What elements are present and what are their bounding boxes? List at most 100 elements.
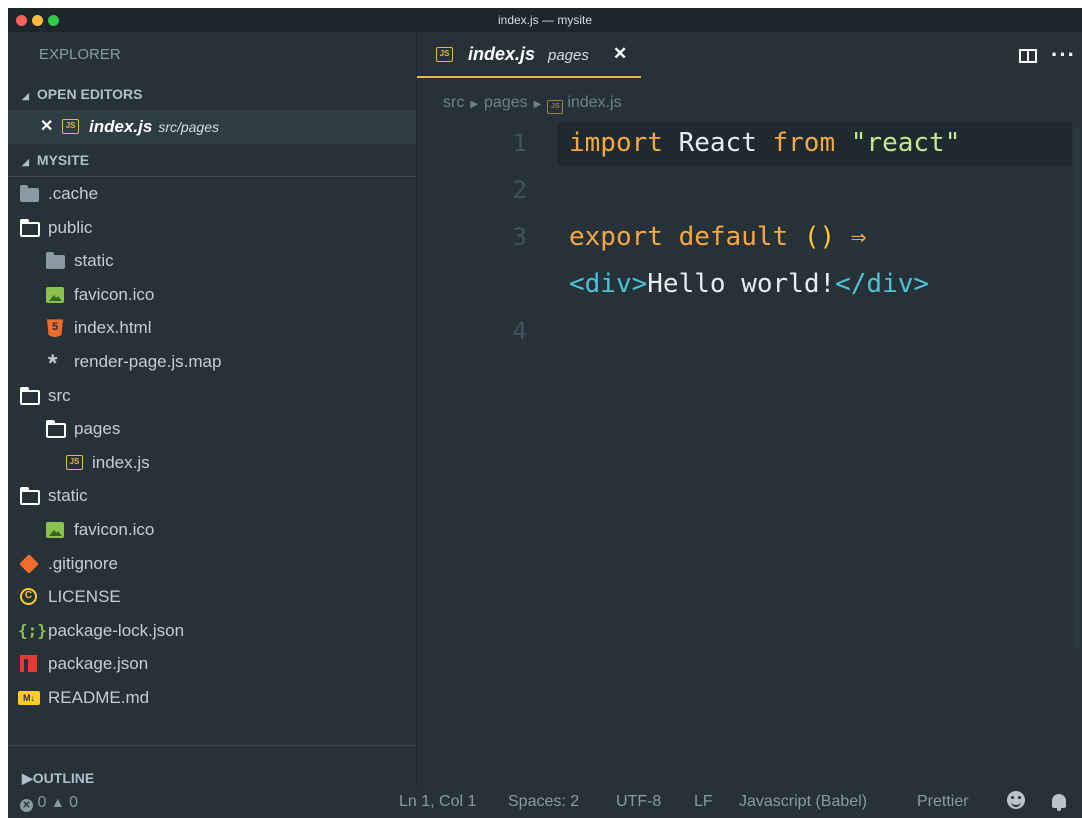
- line-number: 2: [512, 176, 527, 204]
- tree-item-label: index.js: [92, 452, 150, 472]
- title-bar: index.js — mysite: [8, 8, 1082, 32]
- js-icon: JS: [547, 100, 564, 114]
- file-tree: .cache public static favicon.ico 5 index…: [8, 176, 416, 746]
- tree-item-src[interactable]: src: [8, 379, 416, 413]
- code-editor[interactable]: 1 import React from "react" 2 3 export d…: [417, 120, 1082, 786]
- status-bar: ✕ 0 ▲ 0 Ln 1, Col 1 Spaces: 2 UTF-8 LF J…: [8, 786, 1082, 818]
- open-editor-label: index.js src/pages: [89, 110, 219, 144]
- tree-item-favicon[interactable]: favicon.ico: [8, 278, 416, 312]
- tree-item-label: .cache: [48, 184, 99, 203]
- asterisk-icon: *: [48, 349, 58, 377]
- folder-open-icon: [19, 218, 40, 237]
- warning-count: 0: [69, 794, 79, 811]
- editor-scrollbar[interactable]: [1073, 128, 1080, 648]
- close-tab-icon[interactable]: ✕: [613, 44, 627, 64]
- problems-indicator[interactable]: ✕ 0 ▲ 0: [20, 786, 78, 818]
- folder-closed-icon: [46, 252, 65, 270]
- chevron-down-icon: ◢: [22, 91, 29, 101]
- tree-item-label: favicon.ico: [74, 284, 155, 304]
- chevron-right-icon: ▶: [470, 99, 479, 110]
- tree-item-pages[interactable]: pages: [8, 412, 416, 446]
- tree-item-label: README.md: [48, 687, 150, 707]
- tree-item-package-lock[interactable]: {;} package-lock.json: [8, 614, 416, 648]
- close-window-button[interactable]: [16, 15, 27, 26]
- markdown-icon: M↓: [18, 690, 40, 705]
- warning-icon: ▲: [50, 794, 65, 810]
- project-section-toggle[interactable]: ◢ MYSITE: [8, 144, 416, 176]
- breadcrumb-item-file[interactable]: index.js: [567, 94, 621, 111]
- explorer-sidebar: EXPLORER ◢ OPEN EDITORS ✕ JS index.js src/…: [8, 32, 417, 794]
- tree-item-label: favicon.ico: [74, 519, 155, 539]
- line-number: 1: [512, 129, 527, 157]
- tab-name: index.js: [468, 44, 536, 64]
- tab-index-js[interactable]: JS index.js pages ✕: [417, 32, 641, 78]
- tree-item-license[interactable]: C LICENSE: [8, 580, 416, 614]
- code-line: 1 import React from "react": [417, 120, 1082, 167]
- open-editors-section-toggle[interactable]: ◢ OPEN EDITORS: [8, 78, 416, 110]
- code-line: 4: [417, 308, 1082, 355]
- language-mode[interactable]: Javascript (Babel): [739, 786, 867, 818]
- notifications-icon[interactable]: [1052, 786, 1066, 818]
- chevron-down-icon: ◢: [22, 157, 29, 167]
- formatter[interactable]: Prettier: [917, 786, 969, 818]
- tree-item-static-root[interactable]: static: [8, 479, 416, 513]
- tree-item-label: src: [48, 385, 71, 405]
- image-icon: [46, 286, 64, 303]
- code-text: export default () ⇒: [569, 222, 867, 252]
- folder-open-icon: [19, 487, 40, 506]
- editor-window: index.js — mysite EXPLORER ◢ OPEN EDITORS…: [8, 8, 1082, 818]
- tree-item-package-json[interactable]: package.json: [8, 647, 416, 681]
- open-editor-name: index.js: [89, 117, 153, 136]
- cursor-position[interactable]: Ln 1, Col 1: [399, 786, 476, 818]
- error-count: 0: [37, 794, 47, 811]
- tree-item-label: public: [48, 217, 93, 237]
- tab-dir: pages: [548, 47, 589, 64]
- end-of-line[interactable]: LF: [694, 786, 713, 818]
- tree-item-label: render-page.js.map: [74, 351, 222, 371]
- tree-item-label: .gitignore: [48, 553, 118, 573]
- line-number: 4: [512, 317, 527, 345]
- split-editor-icon[interactable]: [1019, 49, 1037, 63]
- tree-item-gitignore[interactable]: .gitignore: [8, 547, 416, 581]
- more-actions-icon[interactable]: ···: [1051, 42, 1076, 68]
- tree-item-label: package.json: [48, 654, 149, 674]
- tree-item-index-js[interactable]: JS index.js: [8, 446, 416, 480]
- tree-item-favicon-static[interactable]: favicon.ico: [8, 513, 416, 547]
- open-editors-title: OPEN EDITORS: [36, 86, 143, 102]
- code-line: 2: [417, 167, 1082, 214]
- encoding[interactable]: UTF-8: [616, 786, 661, 818]
- indentation[interactable]: Spaces: 2: [508, 786, 579, 818]
- breadcrumb-item-pages[interactable]: pages: [484, 94, 528, 111]
- tree-item-render-page-map[interactable]: * render-page.js.map: [8, 345, 416, 379]
- close-icon[interactable]: ✕: [40, 110, 53, 144]
- tree-item-public[interactable]: public: [8, 211, 416, 245]
- tree-item-cache[interactable]: .cache: [8, 177, 416, 211]
- feedback-icon[interactable]: [1007, 786, 1025, 818]
- minimize-window-button[interactable]: [32, 15, 43, 26]
- code-text: <div>Hello world!</div>: [569, 269, 930, 299]
- breadcrumb-item-src[interactable]: src: [443, 94, 464, 111]
- open-editor-item[interactable]: ✕ JS index.js src/pages: [8, 110, 416, 144]
- zoom-window-button[interactable]: [48, 15, 59, 26]
- tab-bar: JS index.js pages ✕ ···: [417, 32, 1082, 78]
- bell-icon: [1052, 794, 1066, 811]
- tree-item-index-html[interactable]: 5 index.html: [8, 311, 416, 345]
- tree-item-static[interactable]: static: [8, 244, 416, 278]
- error-icon: ✕: [20, 799, 33, 812]
- code-line: <div>Hello world!</div>: [417, 261, 1082, 308]
- npm-icon: [20, 655, 37, 673]
- project-title: MYSITE: [36, 152, 90, 168]
- git-icon: [19, 553, 39, 574]
- tree-item-label: static: [74, 251, 114, 271]
- license-icon: C: [20, 588, 37, 606]
- tree-item-readme[interactable]: M↓ README.md: [8, 681, 416, 715]
- explorer-header: EXPLORER: [39, 46, 121, 63]
- html5-icon: 5: [47, 319, 63, 338]
- json-icon: {;}: [18, 620, 47, 640]
- outline-title: OUTLINE: [32, 770, 95, 786]
- folder-open-icon: [45, 420, 66, 439]
- line-number: 3: [512, 223, 527, 251]
- open-editor-path: src/pages: [158, 119, 220, 135]
- code-text: import React from "react": [569, 128, 961, 158]
- js-icon: JS: [436, 47, 453, 62]
